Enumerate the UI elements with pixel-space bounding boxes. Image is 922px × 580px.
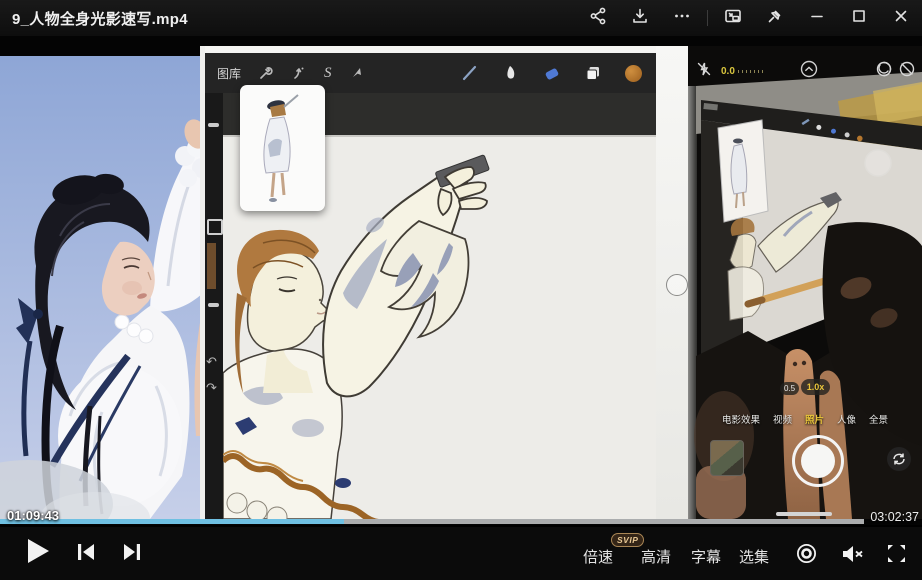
play-button[interactable]: [22, 537, 54, 569]
video-player-window: 9_人物全身光影速写.mp4: [0, 0, 922, 580]
close-icon: [892, 7, 910, 30]
reference-thumbnail-card: [240, 85, 325, 211]
procreate-sidebar: ↶ ↷: [205, 93, 223, 519]
brush-icon: [461, 64, 479, 82]
minimize-button[interactable]: [796, 2, 838, 34]
quality-button[interactable]: 高清: [641, 546, 671, 567]
download-icon: [631, 7, 649, 30]
maximize-button[interactable]: [838, 2, 880, 34]
share-button[interactable]: [577, 2, 619, 34]
tablet-bezel-top: [205, 46, 656, 53]
total-time: 03:02:37: [870, 510, 919, 524]
sidebar-color-strip: [207, 243, 216, 289]
camera-top-bar: 0.0: [696, 60, 918, 82]
mode-portrait: 人像: [837, 412, 856, 426]
control-bar: 倍速 SVIP 高清 字幕 选集: [0, 527, 922, 580]
volume-muted-icon: [841, 544, 864, 569]
transform-arrow-icon: [349, 65, 365, 81]
speed-button[interactable]: 倍速: [583, 546, 613, 567]
sidebar-modify-button: [207, 219, 223, 235]
undo-icon: ↶: [206, 355, 217, 368]
titlebar: 9_人物全身光影速写.mp4: [0, 0, 922, 36]
flash-off-icon: [696, 61, 712, 82]
download-button[interactable]: [619, 2, 661, 34]
selection-icon: S: [324, 65, 332, 82]
exposure-value: 0.0: [721, 66, 735, 77]
next-button[interactable]: [120, 544, 144, 564]
eraser-icon: [543, 64, 561, 82]
pin-icon: [766, 7, 784, 30]
fullscreen-icon: [886, 543, 907, 569]
tablet-bezel-right: [656, 46, 688, 519]
redo-icon: ↷: [206, 381, 217, 394]
shutter-button: [792, 435, 844, 487]
brush-size-slider: [208, 123, 219, 127]
close-button[interactable]: [880, 2, 922, 34]
svip-badge: SVIP: [611, 533, 644, 547]
volume-button[interactable]: [839, 545, 865, 567]
mode-panorama: 全景: [869, 412, 888, 426]
color-swatch: [625, 65, 642, 82]
maximize-icon: [850, 7, 868, 30]
mode-movie: 电影效果: [722, 412, 760, 426]
zoom-chip-1x: 1.0x: [801, 379, 830, 395]
camera-mode-row: 电影效果 视频 照片 人像 全景: [688, 412, 922, 426]
phone-camera-view: 0.0 0.5 1.0x 电影效果 视频 照片 人像 全景: [688, 46, 922, 519]
previous-button[interactable]: [74, 544, 98, 564]
next-icon: [122, 543, 142, 566]
current-time: 01:09:43: [7, 508, 59, 523]
zoom-chip-05: 0.5: [780, 382, 799, 395]
pip-icon: [724, 7, 742, 30]
titlebar-separator: [707, 10, 708, 26]
fullscreen-button[interactable]: [883, 545, 909, 567]
window-buttons: [577, 0, 922, 36]
video-title: 9_人物全身光影速写.mp4: [12, 8, 188, 29]
mode-photo-active: 照片: [805, 412, 824, 426]
shutter-inner: [801, 444, 835, 478]
touch-indicator-circle: [666, 274, 688, 296]
opacity-slider: [208, 303, 219, 307]
gallery-thumbnail: [710, 440, 744, 476]
gallery-button: 图库: [217, 65, 241, 82]
adjust-wand-icon: [291, 65, 307, 81]
procreate-screen: 图库 S ↶ ↷: [205, 46, 688, 519]
record-icon: [796, 543, 817, 569]
video-frame[interactable]: 图库 S ↶ ↷: [0, 36, 922, 525]
minimize-icon: [808, 7, 826, 30]
home-indicator: [776, 512, 832, 516]
more-button[interactable]: [661, 2, 703, 34]
flip-camera-button: [887, 447, 911, 471]
more-icon: [673, 7, 691, 30]
previous-icon: [76, 543, 96, 566]
episodes-button[interactable]: 选集: [739, 546, 769, 567]
share-icon: [589, 7, 607, 30]
wrench-icon: [258, 65, 274, 81]
record-button[interactable]: [794, 545, 818, 567]
filter-icon: [876, 61, 892, 82]
seek-bar[interactable]: [0, 519, 864, 524]
mode-video: 视频: [773, 412, 792, 426]
expand-chevron-icon: [800, 60, 818, 83]
pin-on-top-button[interactable]: [754, 2, 796, 34]
ai-off-icon: [899, 61, 915, 82]
subtitle-button[interactable]: 字幕: [691, 546, 721, 567]
play-icon: [25, 537, 51, 570]
exposure-scale: [738, 70, 764, 73]
smudge-icon: [502, 64, 520, 82]
layers-icon: [584, 64, 602, 82]
picture-in-picture-button[interactable]: [712, 2, 754, 34]
reference-photo: [0, 56, 205, 519]
